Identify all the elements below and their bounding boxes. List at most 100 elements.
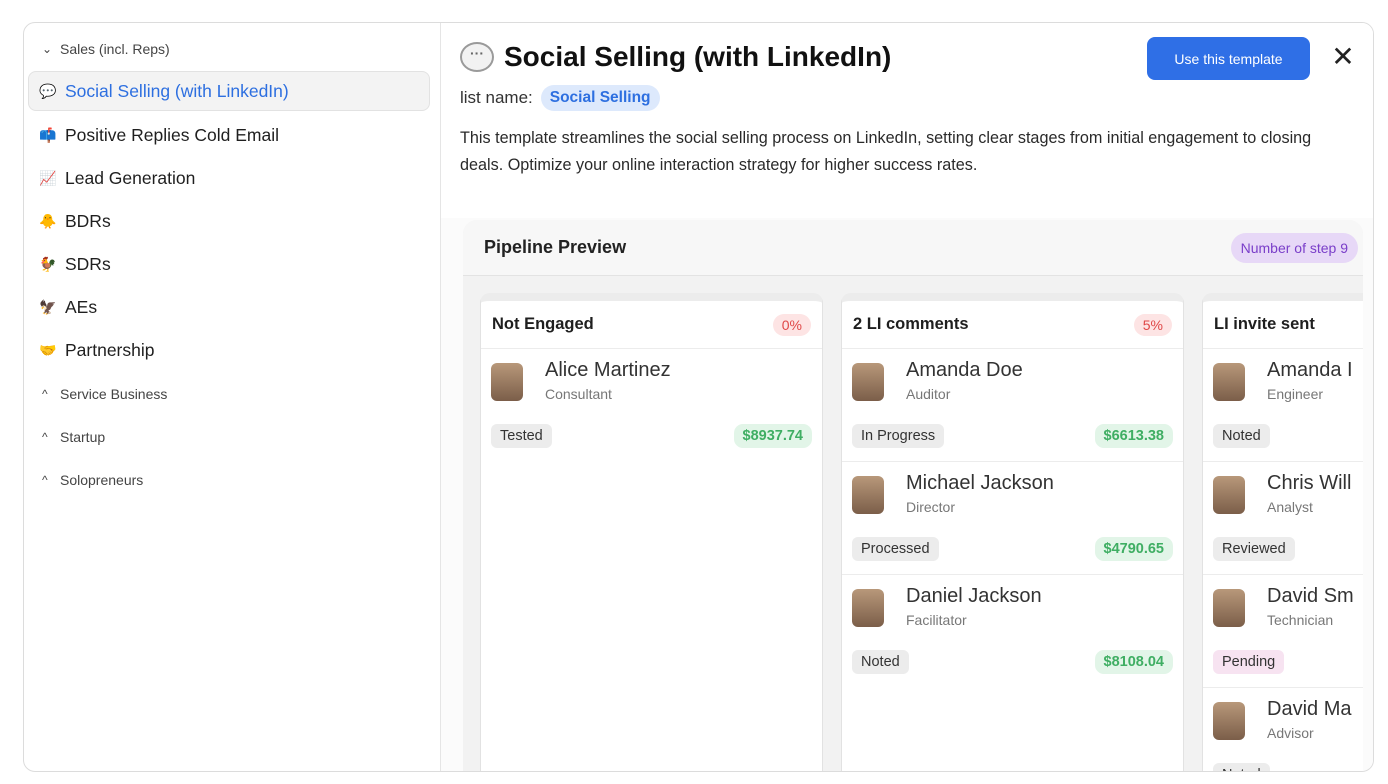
column-percent: 5% [1133, 313, 1172, 336]
speech-bubble-icon: ··· [460, 42, 494, 72]
avatar [1213, 589, 1245, 627]
rooster-icon: 🐓 [39, 256, 57, 272]
avatar [491, 363, 523, 401]
column-header: Not Engaged 0% [481, 301, 822, 349]
handshake-icon: 🤝 [39, 342, 57, 358]
list-name-label: list name: [460, 88, 533, 107]
avatar [1213, 702, 1245, 740]
section-solopreneurs[interactable]: ^ Solopreneurs [28, 458, 430, 501]
template-modal: ⌄ Sales (incl. Reps) 💬 Social Selling (w… [23, 22, 1374, 772]
contact-card[interactable]: David Sm Technician Pending [1203, 575, 1363, 688]
pipeline-column: Not Engaged 0% Alice Martinez Consultant… [480, 293, 823, 771]
contact-card[interactable]: David Ma Advisor Noted [1203, 688, 1363, 771]
contact-card[interactable]: Chris Will Analyst Reviewed [1203, 462, 1363, 575]
chevron-up-icon: ^ [42, 386, 48, 401]
amount-badge: $6613.38 [1094, 424, 1173, 448]
section-label: Startup [60, 428, 106, 445]
sidebar-item-label: BDRs [65, 211, 111, 231]
section-label: Service Business [60, 385, 168, 402]
use-template-button[interactable]: Use this template [1147, 37, 1310, 80]
sidebar-item-label: SDRs [65, 254, 111, 274]
mailbox-icon: 📫 [39, 127, 57, 143]
sidebar-item-lead-generation[interactable]: 📈 Lead Generation [28, 157, 430, 200]
page-title: ··· Social Selling (with LinkedIn) [460, 41, 891, 73]
chevron-down-icon: ⌄ [42, 42, 53, 56]
pipeline-column: LI invite sent Amanda I Engineer Noted C… [1202, 293, 1363, 771]
column-header: LI invite sent [1203, 301, 1363, 349]
status-badge: Pending [1213, 650, 1285, 674]
contact-name: David Ma [1267, 698, 1352, 720]
close-icon[interactable]: ✕ [1329, 43, 1357, 71]
contact-name: David Sm [1267, 585, 1354, 607]
contact-role: Technician [1267, 612, 1334, 628]
steps-badge: Number of step 9 [1230, 233, 1358, 263]
sidebar-item-partnership[interactable]: 🤝 Partnership [28, 329, 430, 372]
contact-card[interactable]: Amanda Doe Auditor In Progress $6613.38 [842, 349, 1183, 462]
sidebar-item-bdrs[interactable]: 🐥 BDRs [28, 200, 430, 243]
contact-name: Alice Martinez [545, 359, 671, 381]
chevron-up-icon: ^ [42, 429, 48, 444]
status-badge: Reviewed [1213, 537, 1295, 561]
sidebar-item-label: Social Selling (with LinkedIn) [65, 80, 289, 101]
section-label: Solopreneurs [60, 471, 144, 488]
contact-name: Chris Will [1267, 472, 1352, 494]
avatar [1213, 476, 1245, 514]
eagle-icon: 🦅 [39, 299, 57, 315]
sidebar-item-positive-replies[interactable]: 📫 Positive Replies Cold Email [28, 114, 430, 157]
list-name-row: list name: Social Selling [460, 85, 660, 111]
amount-badge: $8937.74 [733, 424, 812, 448]
column-percent: 0% [772, 313, 811, 336]
contact-role: Facilitator [906, 612, 967, 628]
sidebar-item-aes[interactable]: 🦅 AEs [28, 286, 430, 329]
title-text: Social Selling (with LinkedIn) [504, 41, 892, 72]
list-name-badge: Social Selling [540, 85, 660, 111]
amount-badge: $4790.65 [1094, 537, 1173, 561]
contact-card[interactable]: Alice Martinez Consultant Tested $8937.7… [481, 349, 822, 462]
amount-badge: $8108.04 [1094, 650, 1173, 674]
status-badge: Noted [852, 650, 909, 674]
speech-bubble-icon: 💬 [39, 82, 57, 99]
status-badge: Processed [852, 537, 939, 561]
status-badge: Tested [491, 424, 552, 448]
sidebar-item-label: Partnership [65, 340, 155, 360]
pipeline-header: Pipeline Preview Number of step 9 [463, 220, 1363, 276]
template-detail: ··· Social Selling (with LinkedIn) Use t… [441, 23, 1373, 771]
chart-up-icon: 📈 [39, 170, 57, 186]
section-label: Sales (incl. Reps) [60, 41, 170, 57]
contact-card[interactable]: Amanda I Engineer Noted [1203, 349, 1363, 462]
sidebar-item-label: Lead Generation [65, 168, 196, 188]
column-title: 2 LI comments [853, 315, 969, 333]
section-startup[interactable]: ^ Startup [28, 415, 430, 458]
column-title: Not Engaged [492, 315, 594, 333]
contact-name: Michael Jackson [906, 472, 1054, 494]
avatar [1213, 363, 1245, 401]
section-sales[interactable]: ⌄ Sales (incl. Reps) [28, 37, 430, 61]
contact-name: Amanda Doe [906, 359, 1023, 381]
sidebar-item-label: Positive Replies Cold Email [65, 125, 279, 145]
avatar [852, 589, 884, 627]
contact-role: Advisor [1267, 725, 1314, 741]
contact-card[interactable]: Michael Jackson Director Processed $4790… [842, 462, 1183, 575]
chevron-up-icon: ^ [42, 472, 48, 487]
template-sidebar: ⌄ Sales (incl. Reps) 💬 Social Selling (w… [24, 23, 441, 771]
pipeline-column: 2 LI comments 5% Amanda Doe Auditor In P… [841, 293, 1184, 771]
contact-role: Engineer [1267, 386, 1324, 402]
section-service-business[interactable]: ^ Service Business [28, 372, 430, 415]
contact-role: Auditor [906, 386, 951, 402]
column-header: 2 LI comments 5% [842, 301, 1183, 349]
avatar [852, 476, 884, 514]
column-title: LI invite sent [1214, 315, 1315, 333]
pipeline-title: Pipeline Preview [484, 237, 627, 257]
avatar [852, 363, 884, 401]
template-description: This template streamlines the social sel… [460, 129, 1312, 174]
status-badge: Noted [1213, 763, 1270, 771]
status-badge: Noted [1213, 424, 1270, 448]
sidebar-item-label: AEs [65, 297, 98, 317]
contact-name: Amanda I [1267, 359, 1353, 381]
contact-name: Daniel Jackson [906, 585, 1042, 607]
sidebar-item-sdrs[interactable]: 🐓 SDRs [28, 243, 430, 286]
status-badge: In Progress [852, 424, 945, 448]
pipeline-columns: Not Engaged 0% Alice Martinez Consultant… [480, 293, 1363, 771]
sidebar-item-social-selling[interactable]: 💬 Social Selling (with LinkedIn) [28, 71, 430, 111]
contact-card[interactable]: Daniel Jackson Facilitator Noted $8108.0… [842, 575, 1183, 688]
